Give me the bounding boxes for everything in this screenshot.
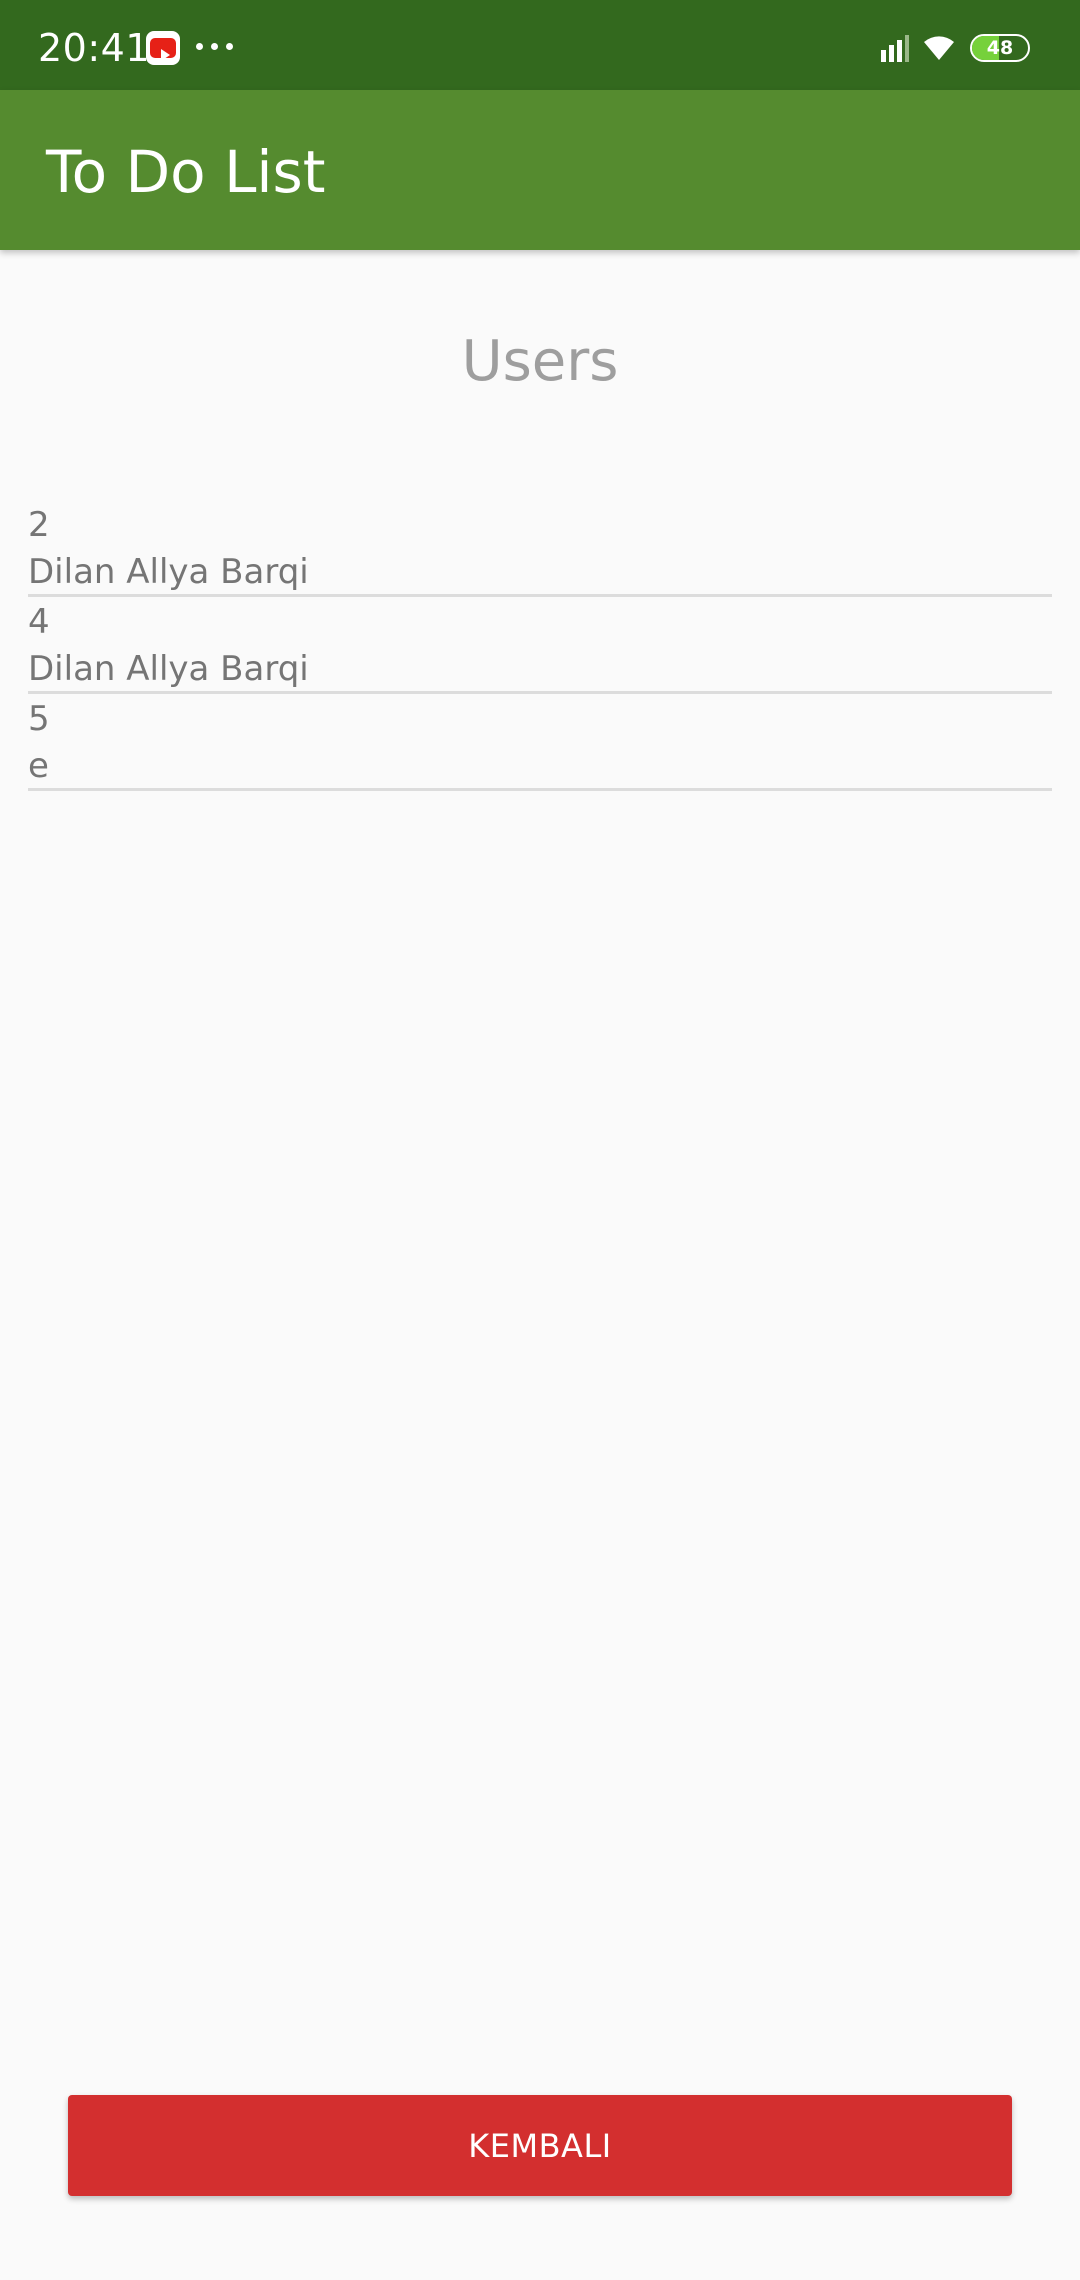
list-item: 4 Dilan Allya Barqi bbox=[28, 597, 1052, 694]
status-bar: 20:41 48 bbox=[0, 0, 1080, 90]
user-list: 2 Dilan Allya Barqi 4 Dilan Allya Barqi … bbox=[28, 500, 1052, 791]
user-id: 4 bbox=[28, 602, 50, 642]
user-name: Dilan Allya Barqi bbox=[28, 552, 309, 592]
user-id: 2 bbox=[28, 505, 50, 545]
user-name: Dilan Allya Barqi bbox=[28, 649, 309, 689]
youtube-icon bbox=[146, 31, 180, 65]
user-id: 5 bbox=[28, 699, 50, 739]
signal-icon bbox=[881, 35, 909, 62]
user-name: e bbox=[28, 746, 49, 786]
more-icon bbox=[196, 43, 236, 51]
app-title: To Do List bbox=[46, 138, 326, 206]
list-item: 5 e bbox=[28, 694, 1052, 791]
wifi-icon bbox=[924, 36, 954, 60]
page-heading: Users bbox=[461, 329, 619, 394]
status-time: 20:41 bbox=[38, 26, 151, 70]
battery-icon: 48 bbox=[970, 34, 1030, 62]
app-bar: To Do List bbox=[0, 90, 1080, 250]
battery-level: 48 bbox=[986, 37, 1014, 59]
back-button[interactable]: KEMBALI bbox=[68, 2095, 1012, 2196]
list-item: 2 Dilan Allya Barqi bbox=[28, 500, 1052, 597]
